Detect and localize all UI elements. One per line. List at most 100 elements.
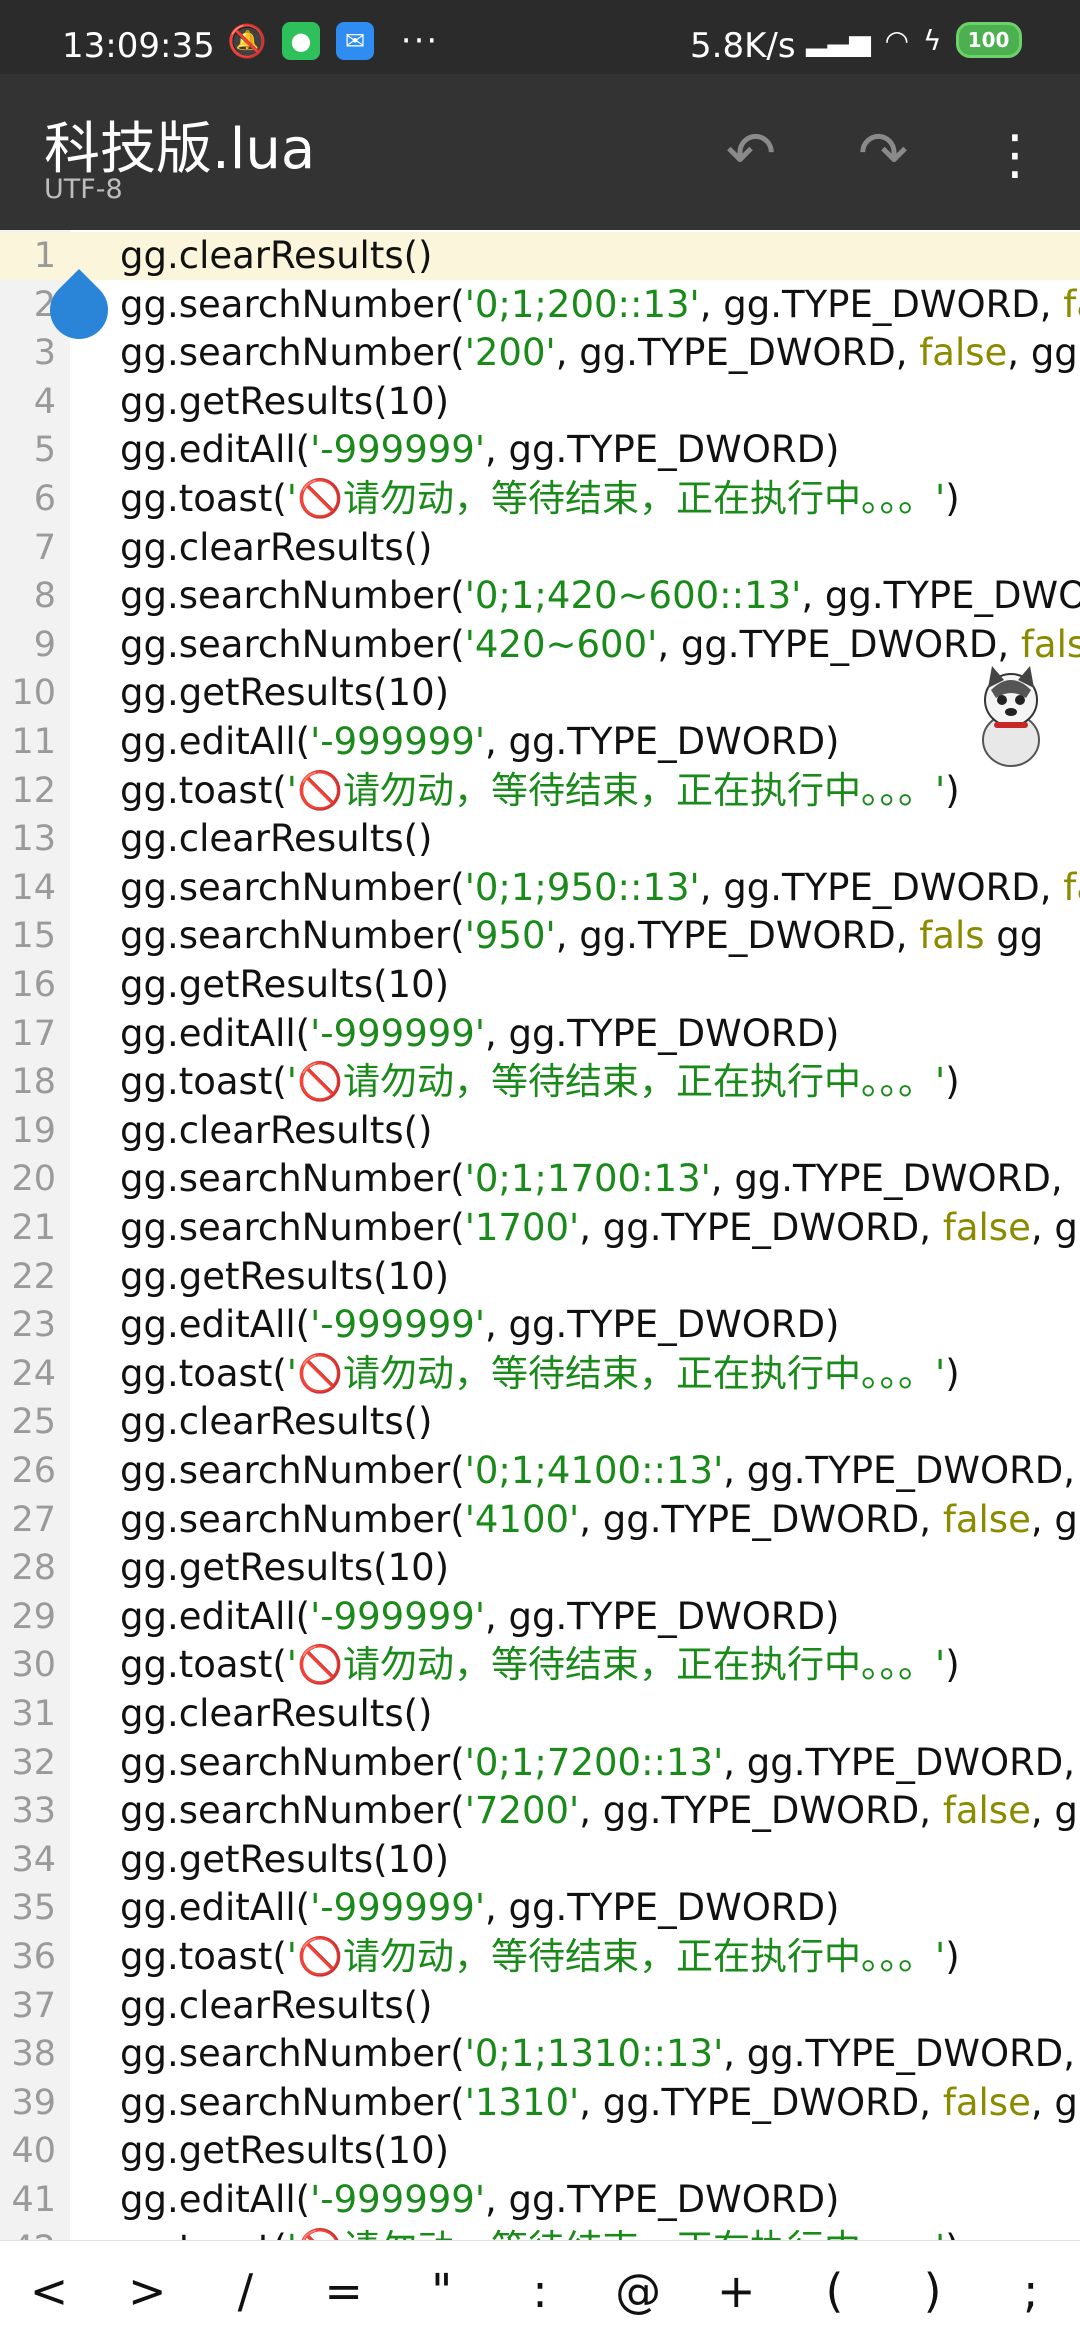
code-line[interactable]: 29 gg.editAll('-999999', gg.TYPE_DWORD) <box>0 1593 1080 1641</box>
code-token: , g <box>1030 2080 1078 2124</box>
code-token: , gg.TYPE_DWORD) <box>485 1886 840 1930</box>
code-text: gg.editAll('-999999', gg.TYPE_DWORD) <box>120 1884 840 1932</box>
code-line[interactable]: 2 gg.searchNumber('0;1;200::13', gg.TYPE_… <box>0 281 1080 329</box>
code-text: gg.editAll('-999999', gg.TYPE_DWORD) <box>120 718 840 766</box>
wifi-icon: ◠ <box>884 23 910 57</box>
code-line[interactable]: 23 gg.editAll('-999999', gg.TYPE_DWORD) <box>0 1301 1080 1349</box>
code-line[interactable]: 26 gg.searchNumber('0;1;4100::13', gg.TYP… <box>0 1447 1080 1495</box>
code-line[interactable]: 18 gg.toast('🚫请勿动，等待结束，正在执行中。。。') <box>0 1058 1080 1106</box>
code-line[interactable]: 9 gg.searchNumber('420~600', gg.TYPE_DWOR… <box>0 621 1080 669</box>
code-line[interactable]: 7 gg.clearResults() <box>0 524 1080 572</box>
code-line[interactable]: 38 gg.searchNumber('0;1;1310::13', gg.TYP… <box>0 2030 1080 2078</box>
code-token: , gg.TYPE_DWORD) <box>485 1303 840 1347</box>
code-line[interactable]: 37 gg.clearResults() <box>0 1982 1080 2030</box>
code-line[interactable]: 16 gg.getResults(10) <box>0 961 1080 1009</box>
redo-icon: ↷ <box>857 119 909 189</box>
code-line[interactable]: 22 gg.getResults(10) <box>0 1253 1080 1301</box>
line-number: 7 <box>33 527 56 568</box>
code-line[interactable]: 42 gg.toast('🚫请勿动，等待结束，正在执行中。。。') <box>0 2225 1080 2240</box>
code-line[interactable]: 32 gg.searchNumber('0;1;7200::13', gg.TYP… <box>0 1739 1080 1787</box>
code-text: gg.editAll('-999999', gg.TYPE_DWORD) <box>120 1301 840 1349</box>
symbol-key[interactable]: > <box>102 2264 192 2318</box>
symbol-key[interactable]: " <box>397 2264 487 2318</box>
code-token: , g <box>1030 1789 1078 1833</box>
code-token: , gg.TYPE_DWORD, <box>723 2032 1080 2076</box>
code-line[interactable]: 33 gg.searchNumber('7200', gg.TYPE_DWORD,… <box>0 1787 1080 1835</box>
symbol-key[interactable]: < <box>4 2264 94 2318</box>
code-token: gg.searchNumber( <box>120 1789 465 1833</box>
code-token: , gg.TYPE_DWORD, <box>579 1206 943 1249</box>
symbol-key[interactable]: ) <box>888 2264 978 2318</box>
code-line[interactable]: 20 gg.searchNumber('0;1;1700:13', gg.TYPE… <box>0 1155 1080 1203</box>
code-line[interactable]: 27 gg.searchNumber('4100', gg.TYPE_DWORD,… <box>0 1496 1080 1544</box>
code-token: gg.toast( <box>120 2227 287 2240</box>
code-line[interactable]: 35 gg.editAll('-999999', gg.TYPE_DWORD) <box>0 1884 1080 1932</box>
symbol-key[interactable]: ( <box>789 2264 879 2318</box>
code-text: gg.searchNumber('0;1;950::13', gg.TYPE_D… <box>120 864 1080 912</box>
code-line[interactable]: 25 gg.clearResults() <box>0 1398 1080 1446</box>
keyword-token: false <box>942 1206 1031 1249</box>
code-line[interactable]: 19 gg.clearResults() <box>0 1107 1080 1155</box>
line-number: 20 <box>11 1159 56 1200</box>
symbol-key[interactable]: @ <box>593 2264 683 2318</box>
code-token: ) <box>945 477 960 520</box>
code-text: gg.toast('🚫请勿动，等待结束，正在执行中。。。') <box>120 475 960 523</box>
code-line[interactable]: 21 gg.searchNumber('1700', gg.TYPE_DWORD,… <box>0 1204 1080 1252</box>
code-text: gg.getResults(10) <box>120 669 449 717</box>
code-text: gg.searchNumber('4100', gg.TYPE_DWORD, f… <box>120 1496 1078 1544</box>
keyword-token: false <box>942 1789 1031 1833</box>
code-line[interactable]: 39 gg.searchNumber('1310', gg.TYPE_DWORD,… <box>0 2079 1080 2127</box>
code-token: , gg.TYPE_DWORD) <box>485 720 840 763</box>
code-text: gg.clearResults() <box>120 1107 432 1155</box>
code-token: gg.searchNumber( <box>120 622 465 666</box>
symbol-key[interactable]: + <box>691 2264 781 2318</box>
code-line[interactable]: 17 gg.editAll('-999999', gg.TYPE_DWORD) <box>0 1010 1080 1058</box>
undo-button[interactable]: ↶ <box>706 114 796 194</box>
floating-dog-sticker[interactable] <box>966 660 1056 770</box>
code-line[interactable]: 11 gg.editAll('-999999', gg.TYPE_DWORD) <box>0 718 1080 766</box>
code-line[interactable]: 1 gg.clearResults() <box>0 232 1080 280</box>
code-token: ) <box>945 1060 960 1104</box>
code-editor[interactable]: 1 gg.clearResults() 2 gg.searchNumber('0;1;… <box>0 230 1080 2240</box>
code-line[interactable]: 4 gg.getResults(10) <box>0 378 1080 426</box>
symbol-key[interactable]: ; <box>986 2264 1076 2318</box>
code-token: , gg.TYPE_DWORD) <box>485 1011 840 1055</box>
code-line[interactable]: 31 gg.clearResults() <box>0 1690 1080 1738</box>
code-line[interactable]: 24 gg.toast('🚫请勿动，等待结束，正在执行中。。。') <box>0 1350 1080 1398</box>
symbol-key[interactable]: / <box>200 2264 290 2318</box>
symbol-key[interactable]: : <box>495 2264 585 2318</box>
code-line[interactable]: 41 gg.editAll('-999999', gg.TYPE_DWORD) <box>0 2176 1080 2224</box>
line-number: 23 <box>11 1305 56 1346</box>
code-line[interactable]: 5 gg.editAll('-999999', gg.TYPE_DWORD) <box>0 426 1080 474</box>
code-token: gg.toast( <box>120 1351 287 1395</box>
code-line[interactable]: 8 gg.searchNumber('0;1;420~600::13', gg.T… <box>0 572 1080 620</box>
code-token: gg.getResults(10) <box>120 1546 450 1590</box>
string-token: '-999999' <box>310 2178 486 2221</box>
code-token: gg.editAll( <box>120 1303 311 1347</box>
code-line[interactable]: 14 gg.searchNumber('0;1;950::13', gg.TYPE… <box>0 864 1080 912</box>
symbol-input-bar: < > / = ": @ +(); <box>0 2240 1080 2341</box>
code-line[interactable]: 34 gg.getResults(10) <box>0 1836 1080 1884</box>
symbol-key[interactable]: = <box>299 2264 389 2318</box>
code-line[interactable]: 13 gg.clearResults() <box>0 815 1080 863</box>
code-token: , g <box>1030 1206 1078 1249</box>
redo-button[interactable]: ↷ <box>838 114 928 194</box>
code-line[interactable]: 36 gg.toast('🚫请勿动，等待结束，正在执行中。。。') <box>0 1933 1080 1981</box>
string-token: '0;1;950::13' <box>464 865 700 909</box>
code-line[interactable]: 40 gg.getResults(10) <box>0 2127 1080 2175</box>
code-token: , gg.TYPE_DWORD) <box>485 2178 840 2221</box>
code-token: , gg.TYPE_DWORD, <box>699 282 1064 326</box>
code-line[interactable]: 28 gg.getResults(10) <box>0 1544 1080 1592</box>
code-line[interactable]: 3 gg.searchNumber('200', gg.TYPE_DWORD, f… <box>0 329 1080 377</box>
code-token: ) <box>945 1935 960 1978</box>
code-text: gg.searchNumber('0;1;420~600::13', gg.TY… <box>120 572 1080 620</box>
code-text: gg.toast('🚫请勿动，等待结束，正在执行中。。。') <box>120 1350 960 1398</box>
code-line[interactable]: 10 gg.getResults(10) <box>0 669 1080 717</box>
code-token: gg.editAll( <box>120 720 311 763</box>
overflow-menu-button[interactable]: ⋮ <box>970 114 1060 194</box>
code-line[interactable]: 12 gg.toast('🚫请勿动，等待结束，正在执行中。。。') <box>0 767 1080 815</box>
code-line[interactable]: 15 gg.searchNumber('950', gg.TYPE_DWORD, … <box>0 912 1080 960</box>
code-text: gg.getResults(10) <box>120 378 449 426</box>
code-line[interactable]: 30 gg.toast('🚫请勿动，等待结束，正在执行中。。。') <box>0 1641 1080 1689</box>
code-line[interactable]: 6 gg.toast('🚫请勿动，等待结束，正在执行中。。。') <box>0 475 1080 523</box>
